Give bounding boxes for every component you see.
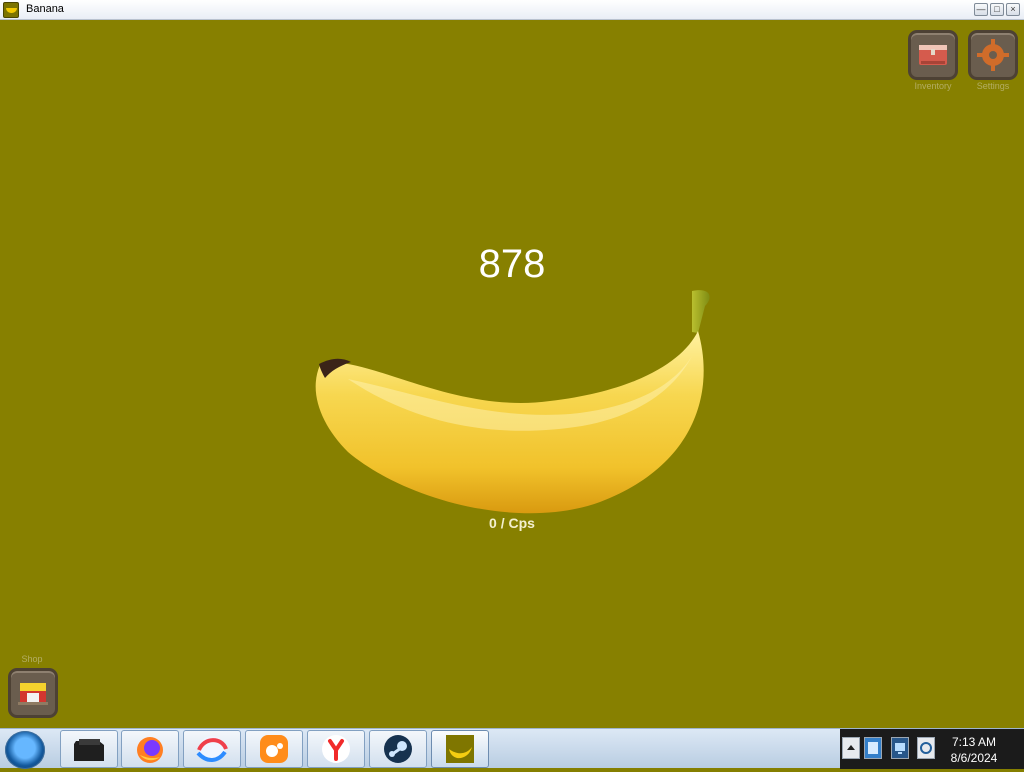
taskbar-app-yandex[interactable] [307, 730, 365, 768]
clock-date: 8/6/2024 [950, 751, 998, 765]
taskbar-app-banana[interactable] [431, 730, 489, 768]
system-tray: 7:13 AM 8/6/2024 [840, 729, 1024, 769]
taskbar: 7:13 AM 8/6/2024 [0, 728, 1024, 769]
uc-browser-icon [260, 735, 288, 763]
dark-folder-icon [74, 739, 104, 761]
chest-icon [919, 45, 947, 65]
restore-button[interactable]: □ [990, 3, 1004, 16]
network-icon [868, 742, 878, 754]
taskbar-app-folder[interactable] [60, 730, 118, 768]
chevron-up-icon [847, 745, 855, 750]
close-button[interactable]: × [1006, 3, 1020, 16]
sync-icon [920, 742, 932, 754]
banana-icon [446, 735, 474, 763]
inventory-button[interactable] [908, 30, 958, 80]
clock-time: 7:13 AM [951, 735, 997, 749]
taskbar-app-steam[interactable] [369, 730, 427, 768]
firefox-icon [137, 737, 163, 763]
banana-clicker[interactable] [300, 275, 725, 515]
settings-label: Settings [976, 81, 1010, 91]
banana-stem [692, 290, 710, 333]
steam-icon [384, 735, 412, 763]
taskbar-clock[interactable]: 7:13 AM 8/6/2024 [939, 734, 1009, 766]
taskbar-app-uc[interactable] [245, 730, 303, 768]
game-area: Inventory Settings 878 0 / Cps Shop [0, 20, 1024, 728]
tray-monitor-button[interactable] [891, 737, 909, 759]
windows-start-icon[interactable] [5, 731, 45, 769]
window-title: Banana [26, 3, 64, 15]
banana-app-icon [3, 2, 19, 18]
taskbar-app-firefox[interactable] [121, 730, 179, 768]
yandex-browser-icon [322, 735, 350, 763]
shop-label: Shop [21, 654, 43, 664]
shop-icon [18, 683, 48, 705]
orbit-browser-icon [196, 736, 228, 762]
shop-button[interactable] [8, 668, 58, 718]
settings-button[interactable] [968, 30, 1018, 80]
cps-readout: 0 / Cps [489, 515, 535, 531]
tray-sync-button[interactable] [917, 737, 935, 759]
taskbar-app-orbit[interactable] [183, 730, 241, 768]
monitor-icon [895, 743, 905, 754]
gear-icon [977, 39, 1009, 71]
minimize-button[interactable]: — [974, 3, 988, 16]
show-hidden-icons-button[interactable] [842, 737, 860, 759]
tray-network-button[interactable] [864, 737, 882, 759]
inventory-label: Inventory [914, 81, 952, 91]
window-titlebar: Banana — □ × [0, 0, 1024, 20]
